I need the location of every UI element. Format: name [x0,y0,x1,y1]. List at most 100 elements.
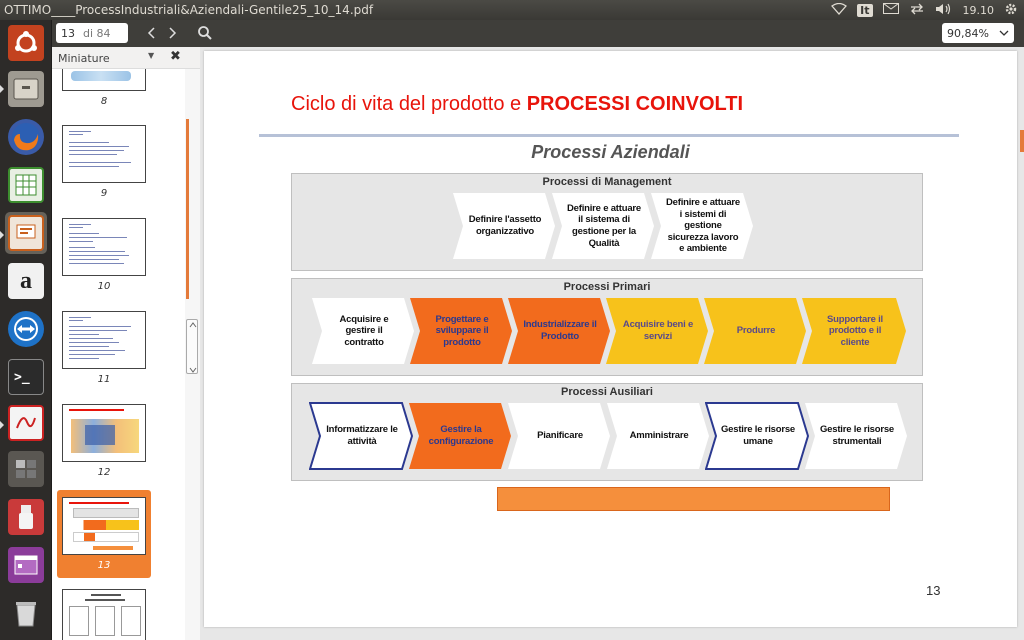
thumbnail-label: 13 [97,560,111,571]
thumbnail-label: 12 [97,467,111,478]
sidebar-mode-label[interactable]: Miniature [58,52,110,65]
launcher-firefox[interactable] [5,116,47,158]
dropdown-arrow-icon[interactable]: ▼ [148,51,154,60]
thumbnail-page-13[interactable]: 13 [62,497,146,571]
process-step-label: Amministrare [629,430,689,442]
process-step: Acquisire beni e servizi [605,297,709,365]
window-app-icon [8,547,44,583]
group-primary: Processi Primari Acquisire e gestire il … [291,278,923,376]
sidebar-header: Miniature ▼ ✖ [52,47,200,69]
network-icon[interactable] [831,2,848,18]
amazon-icon: a [8,263,44,299]
current-page[interactable]: 13 [61,27,75,40]
group-management: Processi di Management Definire l'assett… [291,173,923,271]
process-step: Gestire la configurazione [408,402,512,470]
launcher-usb[interactable] [5,496,47,538]
scrollbar-thumb[interactable] [186,319,198,374]
zoom-value: 90,84% [947,26,989,40]
clock[interactable]: 19.10 [963,4,995,17]
title-rule [259,134,959,137]
close-sidebar-button[interactable]: ✖ [170,49,181,64]
launcher-teamviewer[interactable] [5,308,47,350]
thumbnails-sidebar: Miniature ▼ ✖ 8 9 10 11 12 13 [52,47,200,640]
search-button[interactable] [195,23,215,43]
thumbnail-page-9[interactable]: 9 [62,125,146,199]
launcher-impress[interactable] [5,212,47,254]
process-step: Industrializzare il Prodotto [507,297,611,365]
launcher-app[interactable] [5,544,47,586]
thumbnail-page-8[interactable]: 8 [62,69,146,107]
process-step: Gestire le risorse strumentali [804,402,908,470]
launcher-calc[interactable] [5,164,47,206]
orange-bar [497,487,890,511]
volume-icon[interactable] [935,3,953,18]
launcher-terminal[interactable]: >_ [5,356,47,398]
chevron-down-icon [999,30,1009,36]
thumbnail-page-10[interactable]: 10 [62,218,146,292]
thumbnail-page-11[interactable]: 11 [62,311,146,385]
process-step-label: Definire e attuare il sistema di gestion… [566,202,641,249]
launcher-dash[interactable] [5,22,47,64]
system-tray: It 19.10 [831,0,1018,20]
terminal-icon: >_ [8,359,44,395]
document-view[interactable]: Ciclo di vita del prodotto e PROCESSI CO… [200,47,1024,640]
firefox-icon [8,119,44,155]
process-step: Acquisire e gestire il contratto [311,297,415,365]
process-step: Produrre [703,297,807,365]
thumbnail-page-14[interactable] [62,589,146,640]
launcher-amazon[interactable]: a [5,260,47,302]
process-step-label: Pianificare [537,430,583,442]
slide-title: Ciclo di vita del prodotto e PROCESSI CO… [291,93,743,116]
zoom-select[interactable]: 90,84% [942,23,1014,43]
transfer-icon[interactable] [909,3,925,18]
thumbnail-label: 9 [100,188,108,199]
sidebar-scrollbar[interactable] [185,69,200,640]
thumbnail-label: 8 [100,96,108,107]
slide-subtitle: Processi Aziendali [531,142,690,162]
pdf-viewer-icon [8,405,44,441]
workspace-switcher-icon [8,451,44,487]
previous-page-button[interactable] [142,23,162,43]
page-number-field[interactable]: 13 di 84 [56,23,128,43]
process-step-label: Gestire le risorse umane [720,424,796,447]
scroll-position-indicator [186,119,189,299]
ubuntu-logo-icon [8,25,44,61]
group-auxiliary: Processi Ausiliari Informatizzare le att… [291,383,923,481]
process-step: Progettare e sviluppare il prodotto [409,297,513,365]
launcher: a >_ [0,20,52,640]
spreadsheet-icon [8,167,44,203]
mail-icon[interactable] [882,3,899,17]
window-title: OTTIMO____ProcessIndustriali&Aziendali-G… [4,3,374,17]
thumbnail-label: 10 [97,281,111,292]
process-step-label: Progettare e sviluppare il prodotto [435,313,489,348]
process-step: Amministrare [606,402,710,470]
gear-icon[interactable] [1004,2,1018,19]
process-step-label: Industrializzare il Prodotto [523,319,597,342]
chevron-left-icon [147,27,155,39]
next-page-button[interactable] [162,23,182,43]
slide-title-bold: PROCESSI COINVOLTI [526,93,744,115]
search-icon [198,26,212,40]
launcher-files[interactable] [5,68,47,110]
process-step-label: Supportare il prodotto e il cliente [827,313,883,348]
process-step: Pianificare [507,402,611,470]
launcher-document-viewer[interactable] [5,402,47,444]
process-step: Gestire le risorse umane [705,402,809,470]
process-step: Informatizzare le attività [309,402,413,470]
scroll-marker [1020,130,1024,152]
thumbnail-label: 11 [97,374,111,385]
process-step-label: Informatizzare le attività [326,424,398,447]
launcher-workspaces[interactable] [5,448,47,490]
keyboard-layout-indicator[interactable]: It [857,3,873,17]
process-step: Definire e attuare i sistemi di gestione… [650,192,754,260]
process-step-label: Gestire la configurazione [428,424,494,447]
process-step-label: Acquisire e gestire il contratto [339,313,389,348]
process-step-label: Definire e attuare i sistemi di gestione… [665,197,740,255]
process-step-label: Acquisire beni e servizi [622,319,694,342]
presentation-icon [8,215,44,251]
usb-drive-icon [8,499,44,535]
thumbnail-page-12[interactable]: 12 [62,404,146,478]
process-step-label: Definire l'assetto organizzativo [468,214,542,237]
process-step: Definire e attuare il sistema di gestion… [551,192,655,260]
launcher-trash[interactable] [5,592,47,634]
